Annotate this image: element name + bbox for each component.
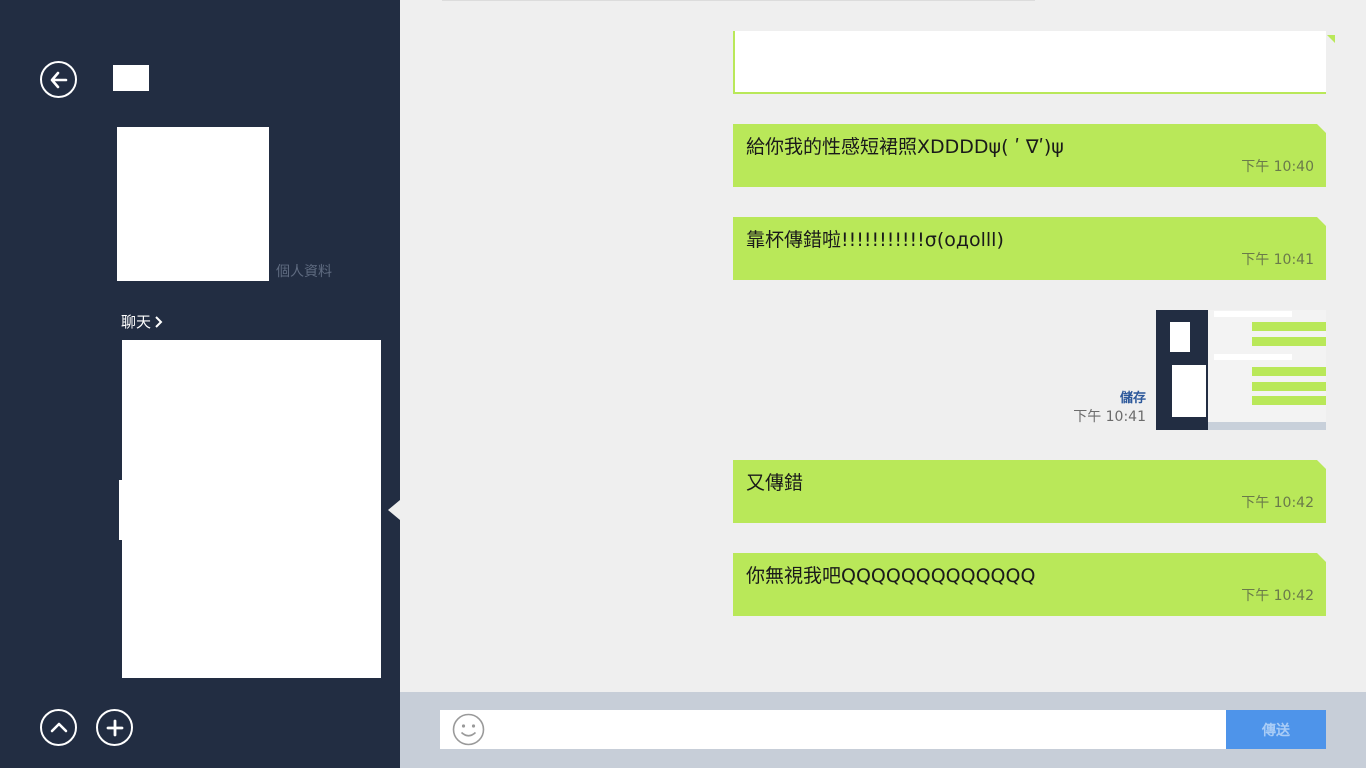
add-icon — [106, 719, 123, 736]
message-text: 又傳錯 — [746, 472, 804, 494]
message-text: 靠杯傳錯啦!!!!!!!!!!!σ(oдolll) — [746, 229, 1004, 251]
message-time: 下午 10:41 — [1241, 252, 1314, 268]
header-divider — [442, 0, 1035, 1]
bubble-tail — [1317, 217, 1326, 226]
profile-link[interactable]: 個人資料 — [276, 261, 332, 281]
message-time: 下午 10:42 — [1241, 495, 1314, 511]
chat-list-redacted[interactable] — [122, 340, 381, 678]
thumb-topbar — [1214, 354, 1292, 360]
thumb-bubble — [1252, 382, 1326, 391]
selected-chat-marker — [119, 480, 122, 540]
emoji-button[interactable] — [452, 713, 485, 750]
scroll-up-icon — [50, 722, 67, 732]
selection-pointer — [388, 500, 400, 520]
chat-link-label: 聊天 — [121, 313, 152, 331]
send-button[interactable]: 傳送 — [1226, 710, 1326, 749]
chevron-right-icon — [155, 315, 163, 328]
back-arrow-icon — [50, 71, 67, 88]
message-text: 你無視我吧QQQQQQQQQQQQQ — [746, 565, 1036, 587]
thumb-bubble — [1252, 396, 1326, 405]
image-message-thumbnail[interactable] — [1156, 310, 1326, 430]
thumb-input-bar — [1208, 422, 1326, 430]
thumb-bubble — [1252, 322, 1326, 331]
message-time: 下午 10:42 — [1241, 588, 1314, 604]
scroll-up-button[interactable] — [40, 709, 77, 746]
image-message-time: 下午 10:41 — [1073, 409, 1146, 425]
bubble-tail — [1317, 460, 1326, 469]
message-input[interactable] — [440, 710, 1226, 749]
message-time: 下午 10:40 — [1241, 159, 1314, 175]
sidebar: 個人資料 聊天 — [0, 0, 400, 768]
add-button[interactable] — [96, 709, 133, 746]
message-bubble[interactable]: 又傳錯 下午 10:42 — [733, 460, 1326, 523]
bubble-tail — [1317, 124, 1326, 133]
bubble-tail — [1317, 553, 1326, 562]
thumb-topbar — [1214, 311, 1292, 317]
message-bubble-redacted[interactable] — [733, 31, 1335, 94]
smiley-icon — [452, 713, 485, 746]
thumb-avatar — [1170, 322, 1190, 352]
message-bubble[interactable]: 你無視我吧QQQQQQQQQQQQQ 下午 10:42 — [733, 553, 1326, 616]
back-button[interactable] — [40, 61, 77, 98]
thumb-list — [1172, 365, 1206, 417]
contact-name-redacted — [113, 65, 149, 91]
contact-avatar[interactable] — [117, 127, 269, 281]
message-bubble[interactable]: 給你我的性感短裙照XDDDDψ( ʹ ∇ʹ)ψ 下午 10:40 — [733, 124, 1326, 187]
bubble-tail — [1327, 35, 1335, 43]
save-image-link[interactable]: 儲存 — [1080, 387, 1146, 406]
thumb-bubble — [1252, 337, 1326, 346]
message-text: 給你我的性感短裙照XDDDDψ( ʹ ∇ʹ)ψ — [746, 136, 1064, 158]
message-bubble[interactable]: 靠杯傳錯啦!!!!!!!!!!!σ(oдolll) 下午 10:41 — [733, 217, 1326, 280]
thumb-bubble — [1252, 367, 1326, 376]
chat-section-link[interactable]: 聊天 — [121, 311, 164, 332]
